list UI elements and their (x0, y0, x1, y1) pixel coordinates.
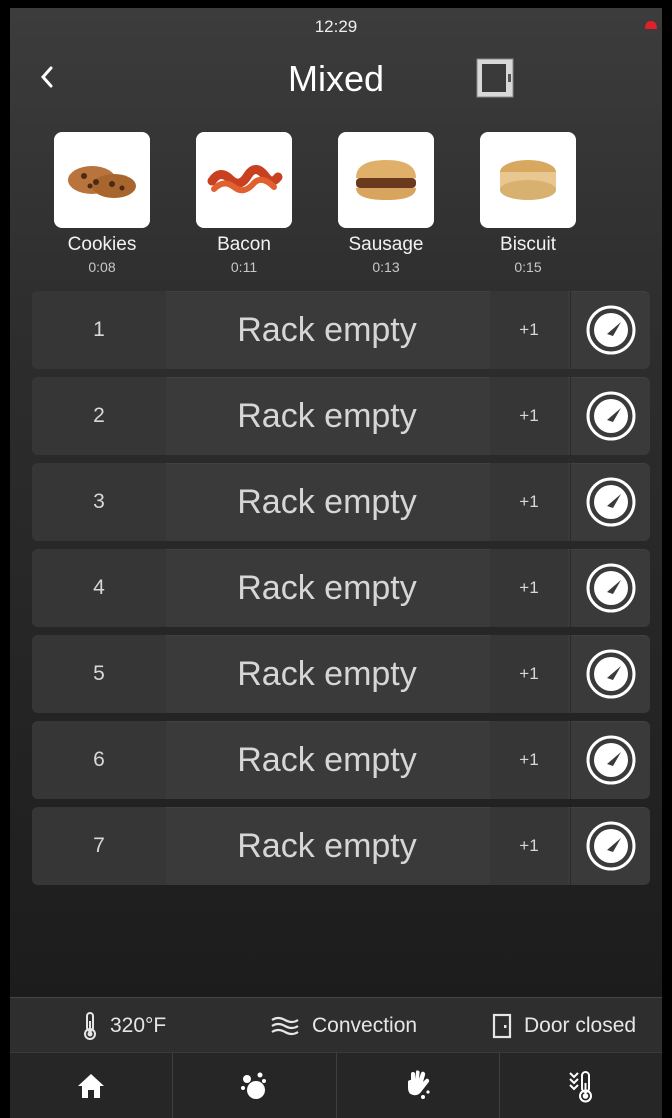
cooldown-thermometer-icon (569, 1071, 592, 1103)
food-item-bacon[interactable]: Bacon 0:11 (184, 132, 304, 275)
add-one-button[interactable]: +1 (490, 635, 568, 713)
nav-cooldown-button[interactable] (500, 1053, 662, 1118)
header: Mixed (10, 48, 662, 118)
rack-status: Rack empty (237, 482, 417, 521)
thermometer-icon (84, 1011, 96, 1040)
rack-row[interactable]: 2 Rack empty +1 (32, 377, 650, 455)
oven-screen: 12:29 Mixed Cookies 0:08 Bacon 0:11 Saus… (10, 8, 662, 1118)
timer-button[interactable] (570, 377, 650, 455)
rack-number: 1 (32, 291, 166, 369)
rack-status: Rack empty (237, 568, 417, 607)
food-item-biscuit[interactable]: Biscuit 0:15 (468, 132, 588, 275)
clean-icon (241, 1072, 267, 1099)
add-one-button[interactable]: +1 (490, 463, 568, 541)
food-name: Bacon (217, 234, 271, 255)
oven-door-button[interactable] (473, 56, 517, 100)
timer-gauge-icon (586, 649, 635, 699)
timer-gauge-icon (586, 305, 635, 355)
add-one-button[interactable]: +1 (490, 807, 568, 885)
door-readout: Door closed (492, 998, 636, 1053)
timer-gauge-icon (586, 563, 635, 613)
rack-row[interactable]: 4 Rack empty +1 (32, 549, 650, 627)
rack-list: 1 Rack empty +1 2 Rack empty +1 3 Rack e… (32, 291, 650, 893)
rack-status: Rack empty (237, 310, 417, 349)
door-status: Door closed (524, 1013, 637, 1037)
timer-gauge-icon (586, 821, 635, 871)
temperature-readout: 320°F (82, 998, 166, 1053)
hand-wash-icon (407, 1070, 430, 1099)
timer-button[interactable] (570, 549, 650, 627)
timer-button[interactable] (570, 807, 650, 885)
rack-row[interactable]: 3 Rack empty +1 (32, 463, 650, 541)
food-time: 0:08 (88, 259, 116, 275)
status-bar: 12:29 (10, 8, 662, 48)
info-bar: 320°F Convection Door closed (10, 997, 662, 1052)
nav-hand-wash-button[interactable] (337, 1053, 500, 1118)
timer-gauge-icon (586, 477, 635, 527)
add-one-button[interactable]: +1 (490, 377, 568, 455)
cookies-image (54, 132, 150, 228)
clock: 12:29 (314, 17, 358, 36)
food-item-sausage[interactable]: Sausage 0:13 (326, 132, 446, 275)
add-one-button[interactable]: +1 (490, 291, 568, 369)
alert-indicator-icon (645, 21, 657, 29)
timer-button[interactable] (570, 635, 650, 713)
rack-status: Rack empty (237, 826, 417, 865)
food-name: Sausage (348, 234, 424, 255)
rack-status: Rack empty (237, 740, 417, 779)
food-selection: Cookies 0:08 Bacon 0:11 Sausage 0:13 Bis… (10, 132, 662, 292)
add-one-button[interactable]: +1 (490, 721, 568, 799)
rack-status: Rack empty (237, 654, 417, 693)
oven-door-icon (476, 58, 514, 98)
rack-row[interactable]: 1 Rack empty +1 (32, 291, 650, 369)
rack-number: 7 (32, 807, 166, 885)
add-one-button[interactable]: +1 (490, 549, 568, 627)
timer-gauge-icon (586, 391, 635, 441)
food-item-cookies[interactable]: Cookies 0:08 (42, 132, 162, 275)
door-icon (492, 1013, 512, 1038)
timer-button[interactable] (570, 291, 650, 369)
page-title: Mixed (287, 58, 385, 99)
bacon-image (196, 132, 292, 228)
nav-clean-button[interactable] (173, 1053, 337, 1118)
nav-home-button[interactable] (10, 1053, 174, 1118)
food-time: 0:13 (372, 259, 400, 275)
rack-row[interactable]: 5 Rack empty +1 (32, 635, 650, 713)
mode-readout: Convection (270, 998, 417, 1053)
rack-number: 5 (32, 635, 166, 713)
rack-number: 3 (32, 463, 166, 541)
rack-number: 6 (32, 721, 166, 799)
mode-value: Convection (312, 1013, 418, 1037)
home-icon (78, 1074, 105, 1098)
food-name: Biscuit (500, 234, 556, 255)
timer-button[interactable] (570, 463, 650, 541)
convection-waves-icon (271, 1016, 299, 1035)
rack-status: Rack empty (237, 396, 417, 435)
rack-row[interactable]: 6 Rack empty +1 (32, 721, 650, 799)
rack-row[interactable]: 7 Rack empty +1 (32, 807, 650, 885)
bottom-nav (10, 1052, 662, 1118)
food-time: 0:11 (230, 259, 258, 275)
biscuit-image (480, 132, 576, 228)
sausage-image (338, 132, 434, 228)
food-time: 0:15 (514, 259, 542, 275)
temperature-value: 320°F (110, 1013, 167, 1037)
rack-number: 2 (32, 377, 166, 455)
rack-number: 4 (32, 549, 166, 627)
timer-button[interactable] (570, 721, 650, 799)
timer-gauge-icon (586, 735, 635, 785)
food-name: Cookies (67, 234, 137, 255)
